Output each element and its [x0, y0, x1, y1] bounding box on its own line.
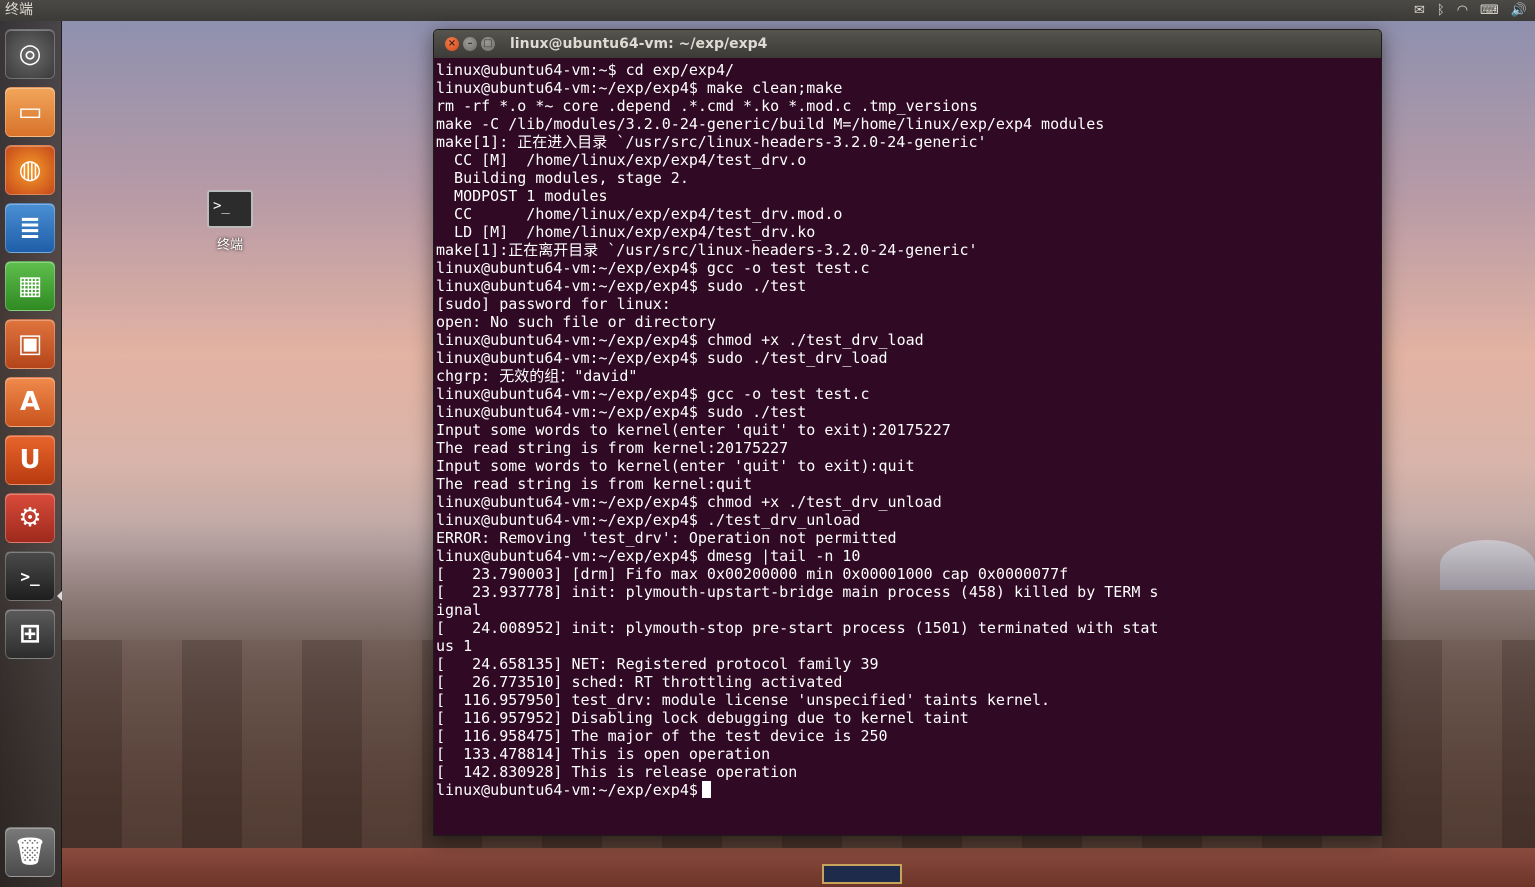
- calc-icon[interactable]: ▦: [5, 261, 55, 311]
- terminal-line: [ 26.773510] sched: RT throttling activa…: [436, 673, 843, 691]
- ubuntu-one-icon[interactable]: U: [5, 435, 55, 485]
- text-cursor: [701, 781, 711, 798]
- desktop-icon-label: 终端: [216, 238, 243, 253]
- terminal-line: CC [M] /home/linux/exp/exp4/test_drv.o: [436, 151, 807, 169]
- terminal-line: linux@ubuntu64-vm:~/exp/exp4$ make clean…: [436, 79, 843, 97]
- keyboard-icon[interactable]: ⌨: [1480, 0, 1499, 21]
- terminal-line: linux@ubuntu64-vm:~/exp/exp4$ ./test_drv…: [436, 511, 861, 529]
- terminal-line: open: No such file or directory: [436, 313, 716, 331]
- terminal-line: linux@ubuntu64-vm:~/exp/exp4$ dmesg |tai…: [436, 547, 861, 565]
- app-menu-title[interactable]: 终端: [5, 0, 33, 21]
- software-center-icon[interactable]: A: [5, 377, 55, 427]
- settings-icon[interactable]: ⚙: [5, 493, 55, 543]
- terminal-line: linux@ubuntu64-vm:~$ cd exp/exp4/: [436, 61, 735, 79]
- wallpaper-sign: [822, 864, 902, 884]
- top-panel: 终端 ✉ ᛒ ◠ ⌨ 🔊: [0, 0, 1535, 21]
- terminal-line: MODPOST 1 modules: [436, 187, 608, 205]
- terminal-line: [ 24.658135] NET: Registered protocol fa…: [436, 655, 879, 673]
- mail-icon[interactable]: ✉: [1414, 0, 1425, 21]
- minimize-button[interactable]: –: [463, 37, 477, 51]
- terminal-line: linux@ubuntu64-vm:~/exp/exp4$ sudo ./tes…: [436, 403, 807, 421]
- terminal-line: ignal: [436, 601, 482, 619]
- terminal-line: [sudo] password for linux:: [436, 295, 671, 313]
- wifi-icon[interactable]: ◠: [1457, 0, 1468, 21]
- terminal-line: linux@ubuntu64-vm:~/exp/exp4$ gcc -o tes…: [436, 259, 870, 277]
- terminal-line: Input some words to kernel(enter 'quit' …: [436, 421, 951, 439]
- terminal-line: linux@ubuntu64-vm:~/exp/exp4$ gcc -o tes…: [436, 385, 870, 403]
- terminal-line: ERROR: Removing 'test_drv': Operation no…: [436, 529, 897, 547]
- terminal-line: [ 23.790003] [drm] Fifo max 0x00200000 m…: [436, 565, 1069, 583]
- terminal-line: linux@ubuntu64-vm:~/exp/exp4$ chmod +x .…: [436, 331, 924, 349]
- bluetooth-icon[interactable]: ᛒ: [1437, 0, 1445, 21]
- firefox-icon[interactable]: ◍: [5, 145, 55, 195]
- volume-icon[interactable]: 🔊: [1511, 0, 1527, 21]
- terminal-line: [ 116.957950] test_drv: module license '…: [436, 691, 1051, 709]
- terminal-line: LD [M] /home/linux/exp/exp4/test_drv.ko: [436, 223, 816, 241]
- trash-icon[interactable]: 🗑: [5, 827, 55, 877]
- terminal-output[interactable]: linux@ubuntu64-vm:~$ cd exp/exp4/linux@u…: [434, 58, 1381, 835]
- folder-icon[interactable]: ▭: [5, 87, 55, 137]
- active-indicator-icon: [57, 591, 62, 601]
- terminal-line: us 1: [436, 637, 473, 655]
- window-title: linux@ubuntu64-vm: ~/exp/exp4: [510, 36, 768, 52]
- impress-icon[interactable]: ▣: [5, 319, 55, 369]
- wallpaper-dome: [1440, 540, 1535, 590]
- terminal-line: chgrp: 无效的组："david": [436, 367, 638, 385]
- launcher: ◎ ▭ ◍ ≣ ▦ ▣ A U ⚙ >_ ⊞ 🗑: [0, 21, 62, 887]
- maximize-button[interactable]: □: [481, 37, 495, 51]
- terminal-line: make[1]: 正在进入目录 `/usr/src/linux-headers-…: [436, 133, 987, 151]
- indicator-tray: ✉ ᛒ ◠ ⌨ 🔊: [1414, 0, 1527, 21]
- terminal-line: Input some words to kernel(enter 'quit' …: [436, 457, 915, 475]
- terminal-line: [ 142.830928] This is release operation: [436, 763, 798, 781]
- terminal-icon: >_: [207, 190, 253, 228]
- terminal-prompt: linux@ubuntu64-vm:~/exp/exp4$: [436, 781, 698, 799]
- terminal-line: [ 133.478814] This is open operation: [436, 745, 771, 763]
- terminal-line: CC /home/linux/exp/exp4/test_drv.mod.o: [436, 205, 843, 223]
- terminal-line: [ 23.937778] init: plymouth-upstart-brid…: [436, 583, 1159, 601]
- terminal-icon[interactable]: >_: [5, 551, 55, 601]
- terminal-line: linux@ubuntu64-vm:~/exp/exp4$ sudo ./tes…: [436, 277, 807, 295]
- terminal-line: linux@ubuntu64-vm:~/exp/exp4$ sudo ./tes…: [436, 349, 888, 367]
- terminal-line: Building modules, stage 2.: [436, 169, 689, 187]
- close-button[interactable]: ×: [445, 37, 459, 51]
- workspace-icon[interactable]: ⊞: [5, 609, 55, 659]
- terminal-line: [ 116.957952] Disabling lock debugging d…: [436, 709, 969, 727]
- wallpaper-wall: [62, 848, 1535, 887]
- terminal-line: make[1]:正在离开目录 `/usr/src/linux-headers-3…: [436, 241, 978, 259]
- desktop-terminal-shortcut[interactable]: >_ 终端: [205, 190, 255, 253]
- terminal-line: linux@ubuntu64-vm:~/exp/exp4$ chmod +x .…: [436, 493, 942, 511]
- ubuntu-logo-icon[interactable]: ◎: [5, 29, 55, 79]
- terminal-prompt-line[interactable]: linux@ubuntu64-vm:~/exp/exp4$: [436, 781, 1381, 799]
- terminal-line: The read string is from kernel:20175227: [436, 439, 789, 457]
- terminal-line: make -C /lib/modules/3.2.0-24-generic/bu…: [436, 115, 1105, 133]
- terminal-window[interactable]: × – □ linux@ubuntu64-vm: ~/exp/exp4 linu…: [433, 29, 1382, 836]
- writer-icon[interactable]: ≣: [5, 203, 55, 253]
- window-titlebar[interactable]: × – □ linux@ubuntu64-vm: ~/exp/exp4: [434, 30, 1381, 58]
- terminal-line: [ 116.958475] The major of the test devi…: [436, 727, 888, 745]
- terminal-line: [ 24.008952] init: plymouth-stop pre-sta…: [436, 619, 1159, 637]
- terminal-line: rm -rf *.o *~ core .depend .*.cmd *.ko *…: [436, 97, 978, 115]
- terminal-line: The read string is from kernel:quit: [436, 475, 753, 493]
